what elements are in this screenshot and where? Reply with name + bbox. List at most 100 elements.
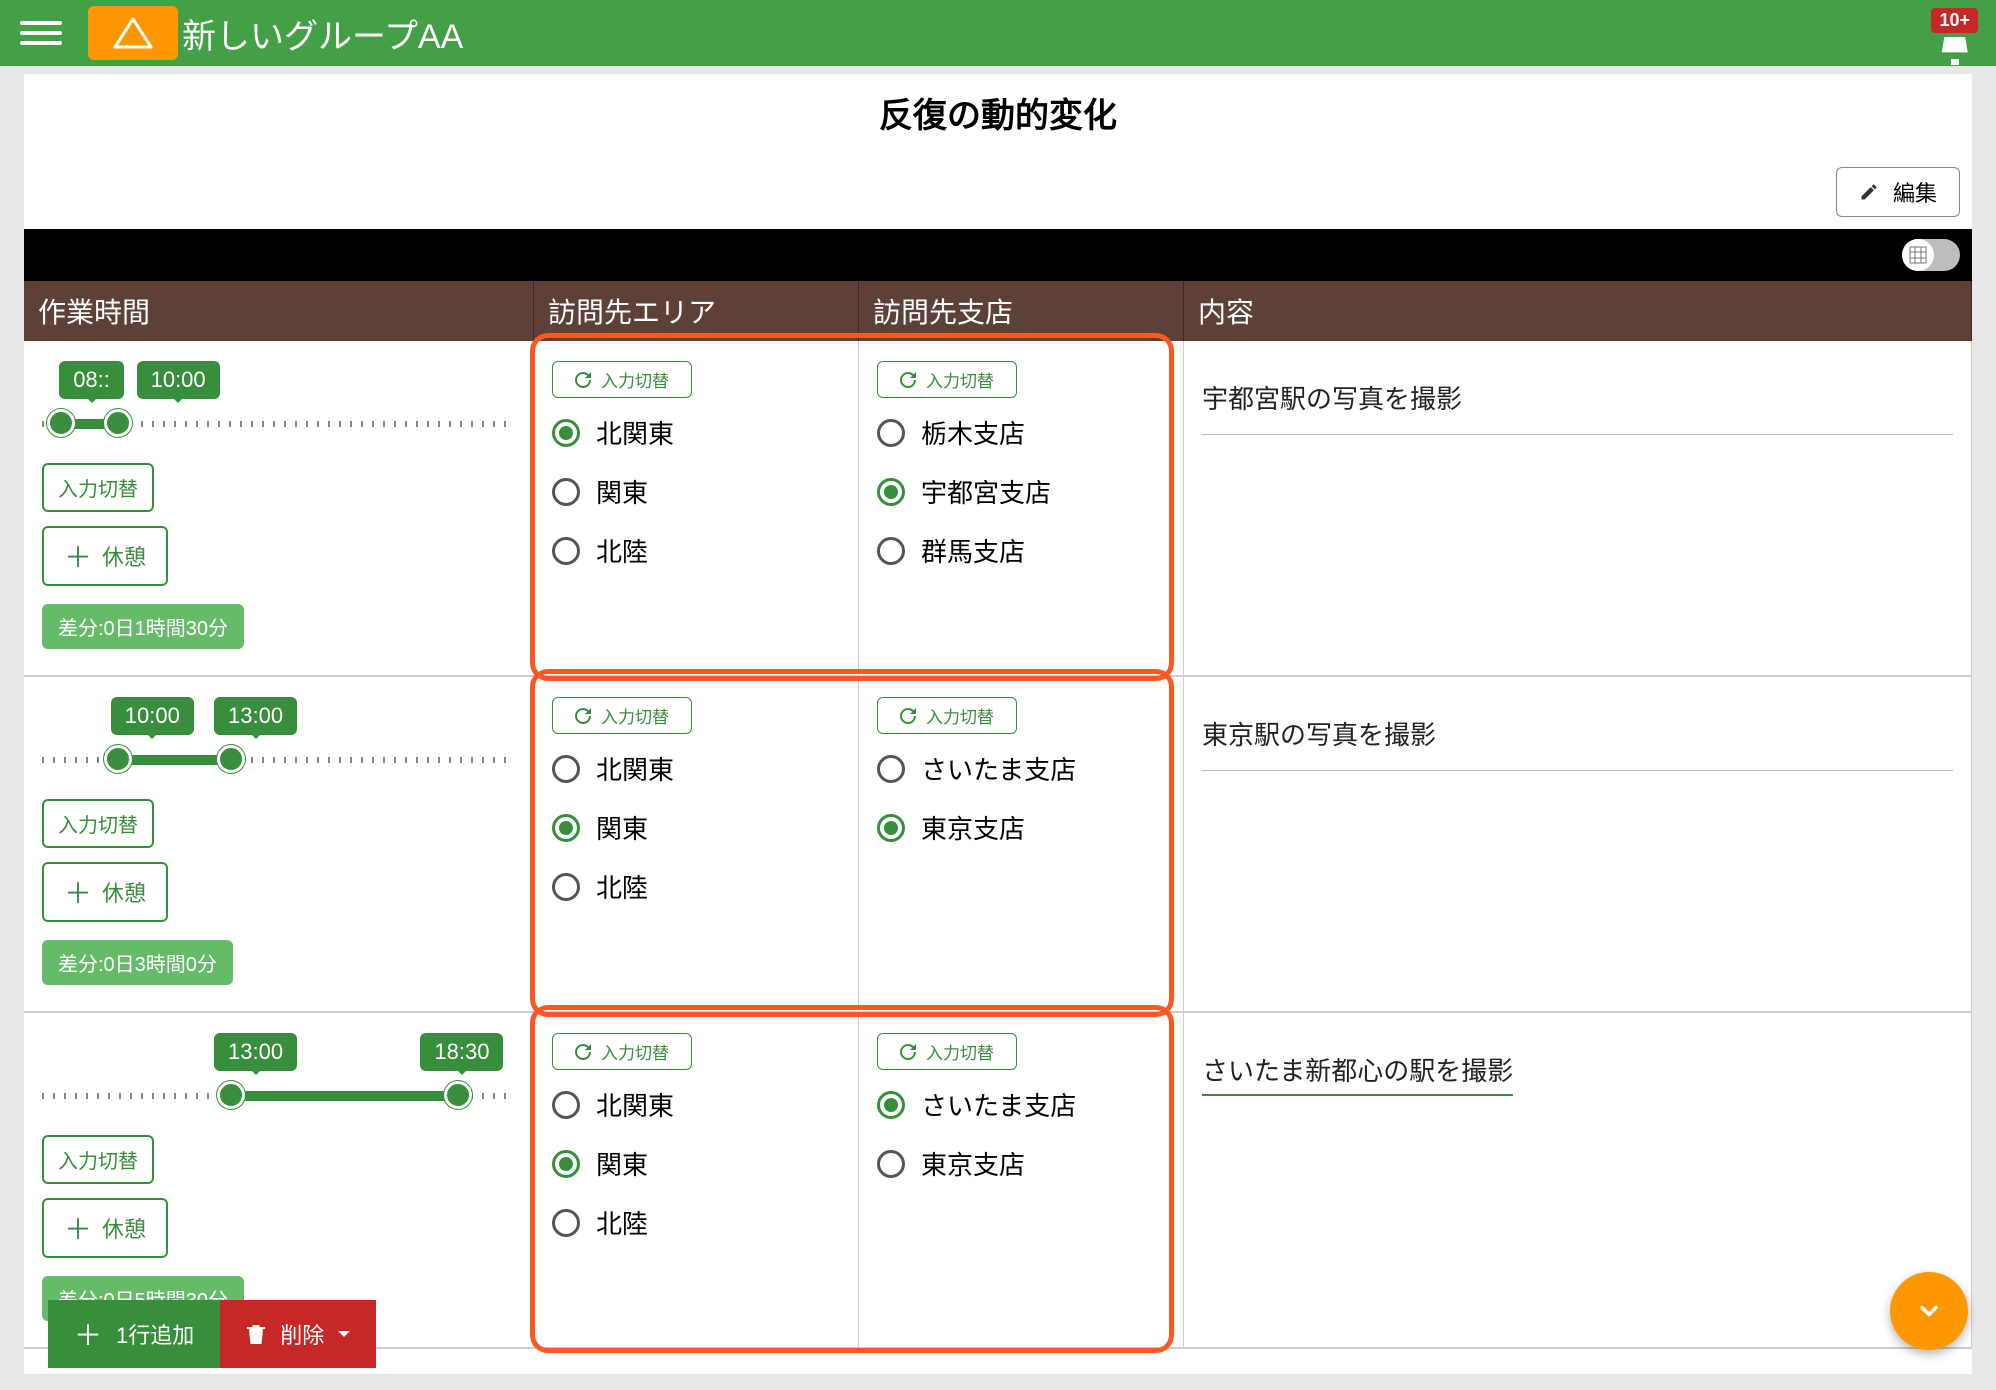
area-radio-option[interactable]: 関東 (552, 473, 840, 510)
time-cell: 13:0018:30入力切替＋休憩差分:0日5時間30分 (24, 1013, 534, 1349)
switch-input-button[interactable]: 入力切替 (42, 1135, 154, 1184)
slider-handle-start[interactable] (47, 409, 75, 437)
content-cell: 東京駅の写真を撮影 (1184, 677, 1972, 1013)
time-range-slider[interactable] (42, 421, 515, 427)
time-range-slider[interactable] (42, 757, 515, 763)
add-row-button[interactable]: ＋ 1行追加 (48, 1300, 220, 1368)
notification-button[interactable]: 10+ (1931, 8, 1978, 65)
app-title: 新しいグループAA (182, 9, 463, 58)
view-toggle[interactable] (1902, 239, 1960, 271)
slider-handle-end[interactable] (217, 745, 245, 773)
branch-radio-option[interactable]: 宇都宮支店 (877, 473, 1165, 510)
radio-label: 北関東 (596, 1086, 674, 1123)
footer-actions: ＋ 1行追加 削除 (48, 1300, 376, 1368)
column-header-time: 作業時間 (24, 281, 534, 341)
refresh-icon (900, 372, 916, 388)
branch-radio-option[interactable]: 東京支店 (877, 809, 1165, 846)
area-radio-option[interactable]: 関東 (552, 1145, 840, 1182)
app-header: 新しいグループAA 10+ (0, 0, 1996, 66)
branch-radio-option[interactable]: さいたま支店 (877, 1086, 1165, 1123)
content-text[interactable]: 東京駅の写真を撮影 (1202, 697, 1953, 752)
radio-icon (552, 537, 580, 565)
radio-label: 北陸 (596, 1204, 648, 1241)
break-label: 休憩 (102, 1212, 146, 1244)
area-radio-option[interactable]: 北陸 (552, 532, 840, 569)
refresh-icon (900, 1044, 916, 1060)
area-cell: 入力切替北関東関東北陸 (534, 341, 859, 677)
time-start-badge[interactable]: 10:00 (111, 697, 194, 735)
slider-handle-end[interactable] (444, 1081, 472, 1109)
content-text[interactable]: さいたま新都心の駅を撮影 (1202, 1033, 1513, 1096)
switch-input-button[interactable]: 入力切替 (877, 697, 1017, 734)
time-start-badge[interactable]: 08:: (59, 361, 124, 399)
radio-label: 群馬支店 (921, 532, 1025, 569)
branch-cell: 入力切替栃木支店宇都宮支店群馬支店 (859, 341, 1184, 677)
content-cell: 宇都宮駅の写真を撮影 (1184, 341, 1972, 677)
chevron-down-icon (1915, 1297, 1943, 1325)
radio-label: 北陸 (596, 532, 648, 569)
area-radio-option[interactable]: 北陸 (552, 868, 840, 905)
switch-input-button[interactable]: 入力切替 (42, 463, 154, 512)
time-end-badge[interactable]: 10:00 (137, 361, 220, 399)
time-range-slider[interactable] (42, 1093, 515, 1099)
notification-badge: 10+ (1931, 8, 1978, 33)
area-radio-option[interactable]: 関東 (552, 809, 840, 846)
radio-icon (552, 1150, 580, 1178)
radio-label: さいたま支店 (921, 1086, 1076, 1123)
time-cell: 10:00 13:00 入力切替 ＋休憩差分:0日3時間0分 (24, 677, 534, 1013)
refresh-icon (575, 372, 591, 388)
slider-handle-start[interactable] (217, 1081, 245, 1109)
time-end-badge[interactable]: 18:30 (420, 1033, 503, 1071)
branch-radio-option[interactable]: さいたま支店 (877, 750, 1165, 787)
plus-icon: ＋ (74, 1314, 102, 1354)
radio-icon (877, 478, 905, 506)
radio-label: 栃木支店 (921, 414, 1025, 451)
branch-radio-option[interactable]: 栃木支店 (877, 414, 1165, 451)
radio-label: 北関東 (596, 750, 674, 787)
fab-expand-button[interactable] (1890, 1272, 1968, 1350)
break-button[interactable]: ＋ 休憩 (42, 1198, 168, 1258)
switch-input-button[interactable]: 入力切替 (877, 1033, 1017, 1070)
content-text[interactable]: 宇都宮駅の写真を撮影 (1202, 361, 1953, 416)
switch-input-button[interactable]: 入力切替 (42, 799, 154, 848)
time-cell: 08:: 10:00入力切替＋休憩差分:0日1時間30分 (24, 341, 534, 677)
edit-button-label: 編集 (1893, 176, 1937, 208)
time-start-badge[interactable]: 13:00 (214, 1033, 297, 1071)
edit-button[interactable]: 編集 (1836, 167, 1960, 217)
radio-icon (877, 419, 905, 447)
radio-label: 北関東 (596, 414, 674, 451)
plus-icon: ＋ (64, 536, 92, 576)
branch-radio-option[interactable]: 東京支店 (877, 1145, 1165, 1182)
triangle-warning-icon (113, 17, 153, 49)
column-header-branch: 訪問先支店 (859, 281, 1184, 341)
hamburger-menu-icon[interactable] (20, 12, 62, 54)
area-radio-option[interactable]: 北関東 (552, 1086, 840, 1123)
switch-input-button[interactable]: 入力切替 (552, 697, 692, 734)
time-diff-chip: 差分:0日3時間0分 (42, 940, 233, 985)
area-cell: 入力切替北関東関東北陸 (534, 1013, 859, 1349)
area-radio-option[interactable]: 北関東 (552, 750, 840, 787)
radio-icon (552, 755, 580, 783)
radio-icon (552, 1209, 580, 1237)
break-button[interactable]: ＋休憩 (42, 862, 168, 922)
chevron-down-icon (338, 1331, 350, 1343)
switch-input-button[interactable]: 入力切替 (552, 1033, 692, 1070)
page-container: 反復の動的変化 編集 作業時間 訪問先エリア 訪問先支店 内容 08:: 10:… (24, 74, 1972, 1374)
switch-input-button[interactable]: 入力切替 (552, 361, 692, 398)
refresh-icon (900, 708, 916, 724)
break-label: 休憩 (102, 540, 146, 572)
branch-radio-option[interactable]: 群馬支店 (877, 532, 1165, 569)
slider-handle-end[interactable] (104, 409, 132, 437)
area-radio-option[interactable]: 北関東 (552, 414, 840, 451)
time-end-badge[interactable]: 13:00 (214, 697, 297, 735)
break-button[interactable]: ＋ 休憩 (42, 526, 168, 586)
radio-label: 関東 (596, 473, 648, 510)
radio-label: 宇都宮支店 (921, 473, 1051, 510)
break-label: 休憩 (102, 876, 146, 908)
app-logo[interactable] (88, 6, 178, 60)
switch-input-button[interactable]: 入力切替 (877, 361, 1017, 398)
area-radio-option[interactable]: 北陸 (552, 1204, 840, 1241)
plus-icon: ＋ (64, 1208, 92, 1248)
slider-handle-start[interactable] (104, 745, 132, 773)
delete-button[interactable]: 削除 (220, 1300, 376, 1368)
